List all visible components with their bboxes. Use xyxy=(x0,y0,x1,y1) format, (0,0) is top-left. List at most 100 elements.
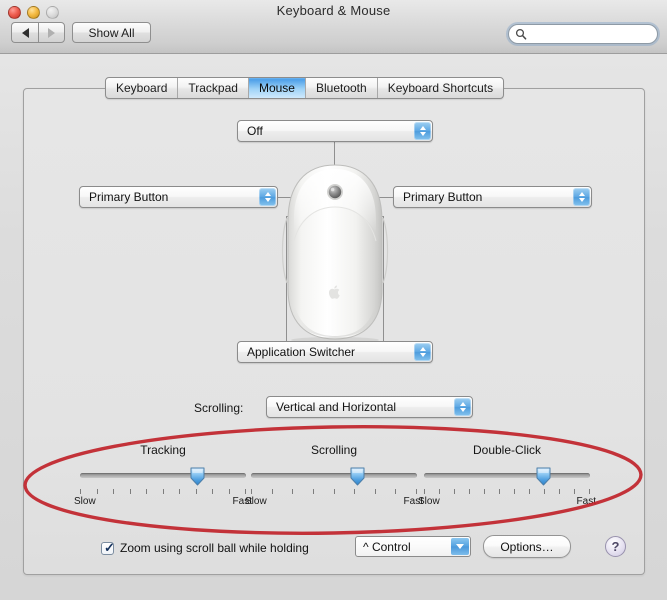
tab-label: Keyboard Shortcuts xyxy=(387,81,494,95)
help-button[interactable]: ? xyxy=(605,536,626,557)
zoom-checkbox-label: Zoom using scroll ball while holding xyxy=(120,541,309,555)
slider-tick xyxy=(574,489,575,494)
window-titlebar: Keyboard & Mouse Show All xyxy=(0,0,667,54)
chevron-down-icon xyxy=(456,544,464,549)
tab-mouse[interactable]: Mouse xyxy=(248,78,306,98)
forward-button[interactable] xyxy=(38,22,65,43)
slider-track[interactable] xyxy=(80,473,246,478)
modifier-key-popup[interactable]: ^ Control xyxy=(355,536,471,557)
slider-tick xyxy=(544,489,545,494)
slider-track[interactable] xyxy=(251,473,417,478)
tracking-slider-min-label: Slow xyxy=(74,496,96,507)
tab-bar: Keyboard Trackpad Mouse Bluetooth Keyboa… xyxy=(105,77,505,99)
tracking-slider-title: Tracking xyxy=(140,443,186,457)
slider-tick xyxy=(179,489,180,494)
tab-label: Keyboard xyxy=(116,81,168,95)
scrolling-slider-title: Scrolling xyxy=(310,443,358,457)
stepper-icon[interactable] xyxy=(259,188,276,206)
options-label: Options… xyxy=(500,539,554,554)
slider-tick xyxy=(80,489,81,494)
scroll-ball-value: Off xyxy=(247,124,263,138)
tab-label: Bluetooth xyxy=(315,81,367,95)
double-click-slider-thumb[interactable] xyxy=(535,466,552,486)
scrolling-slider-min-label: Slow xyxy=(245,496,267,507)
navigation-buttons xyxy=(11,22,65,43)
options-button[interactable]: Options… xyxy=(483,535,571,558)
tab-label: Mouse xyxy=(258,81,295,95)
stepper-icon[interactable] xyxy=(414,343,431,361)
double-click-slider-max-label: Fast xyxy=(576,496,596,507)
stepper-icon[interactable] xyxy=(573,188,590,206)
stepper-icon[interactable] xyxy=(414,122,431,140)
slider-tick xyxy=(454,489,455,494)
double-click-slider[interactable]: Slow Fast xyxy=(412,465,602,507)
slider-tick xyxy=(529,489,530,494)
tab-keyboard[interactable]: Keyboard xyxy=(106,78,179,98)
chevron-up-icon xyxy=(419,126,426,130)
slider-tick xyxy=(212,489,213,494)
double-click-slider-group: Double-Click Slow Fast xyxy=(412,443,602,507)
scrolling-label: Scrolling: xyxy=(194,401,244,415)
slider-track[interactable] xyxy=(424,473,590,478)
slider-tick xyxy=(354,489,356,494)
slider-tick xyxy=(589,489,590,494)
slider-thumb-icon xyxy=(350,467,365,486)
help-label: ? xyxy=(611,539,620,554)
right-button-popup[interactable]: Primary Button xyxy=(393,186,592,208)
tracking-slider[interactable]: Slow Fast xyxy=(68,465,258,507)
tab-bluetooth[interactable]: Bluetooth xyxy=(306,78,378,98)
scrolling-slider[interactable]: Slow Fast xyxy=(239,465,429,507)
chevron-up-icon xyxy=(419,347,426,351)
search-field[interactable] xyxy=(508,24,658,44)
double-click-slider-ticks xyxy=(424,489,590,495)
slider-tick xyxy=(514,489,515,494)
side-buttons-value: Application Switcher xyxy=(247,345,356,359)
show-all-button[interactable]: Show All xyxy=(72,22,151,43)
left-button-popup[interactable]: Primary Button xyxy=(79,186,278,208)
double-click-slider-title: Double-Click xyxy=(472,443,542,457)
tracking-slider-group: Tracking Slow Fast xyxy=(68,443,258,507)
search-icon xyxy=(515,28,527,40)
modifier-key-value: ^ Control xyxy=(363,539,411,554)
back-button[interactable] xyxy=(11,22,38,43)
slider-tick xyxy=(245,489,246,494)
system-preferences-window: Keyboard & Mouse Show All Keyboard Track… xyxy=(0,0,667,600)
chevron-down-icon xyxy=(264,198,271,202)
tab-trackpad[interactable]: Trackpad xyxy=(178,78,249,98)
chevron-down-icon xyxy=(419,132,426,136)
scrolling-slider-group: Scrolling Slow Fast xyxy=(239,443,429,507)
popup-arrow-button[interactable] xyxy=(451,538,469,555)
side-buttons-popup[interactable]: Application Switcher xyxy=(237,341,433,363)
triangle-right-icon xyxy=(48,27,55,38)
tracking-slider-thumb[interactable] xyxy=(189,466,206,486)
double-click-slider-endlabels: Slow Fast xyxy=(418,496,596,507)
scrolling-slider-thumb[interactable] xyxy=(349,466,366,486)
scrolling-popup[interactable]: Vertical and Horizontal xyxy=(266,396,473,418)
slider-tick xyxy=(129,489,131,494)
slider-tick xyxy=(559,489,560,494)
double-click-slider-min-label: Slow xyxy=(418,496,440,507)
zoom-checkbox-row[interactable]: ✓ Zoom using scroll ball while holding xyxy=(101,538,309,558)
slider-tick xyxy=(395,489,397,494)
show-all-label: Show All xyxy=(88,25,135,40)
mouse-illustration xyxy=(270,163,400,343)
tracking-slider-ticks xyxy=(80,489,246,495)
triangle-left-icon xyxy=(21,27,29,38)
chevron-down-icon xyxy=(578,198,585,202)
stepper-icon[interactable] xyxy=(454,398,471,416)
left-button-value: Primary Button xyxy=(89,190,169,204)
tab-label: Trackpad xyxy=(188,81,238,95)
tracking-slider-endlabels: Slow Fast xyxy=(74,496,252,507)
slider-tick xyxy=(162,489,164,494)
slider-tick xyxy=(499,489,500,494)
chevron-up-icon xyxy=(264,192,271,196)
slider-tick xyxy=(484,489,485,494)
slider-tick xyxy=(113,489,114,494)
zoom-using-scroll-ball-checkbox[interactable]: ✓ xyxy=(101,541,115,555)
slider-tick xyxy=(424,489,425,494)
tab-keyboard-shortcuts[interactable]: Keyboard Shortcuts xyxy=(378,78,503,98)
chevron-up-icon xyxy=(578,192,585,196)
slider-tick xyxy=(96,489,98,494)
slider-tick xyxy=(333,489,335,494)
scroll-ball-popup[interactable]: Off xyxy=(237,120,433,142)
